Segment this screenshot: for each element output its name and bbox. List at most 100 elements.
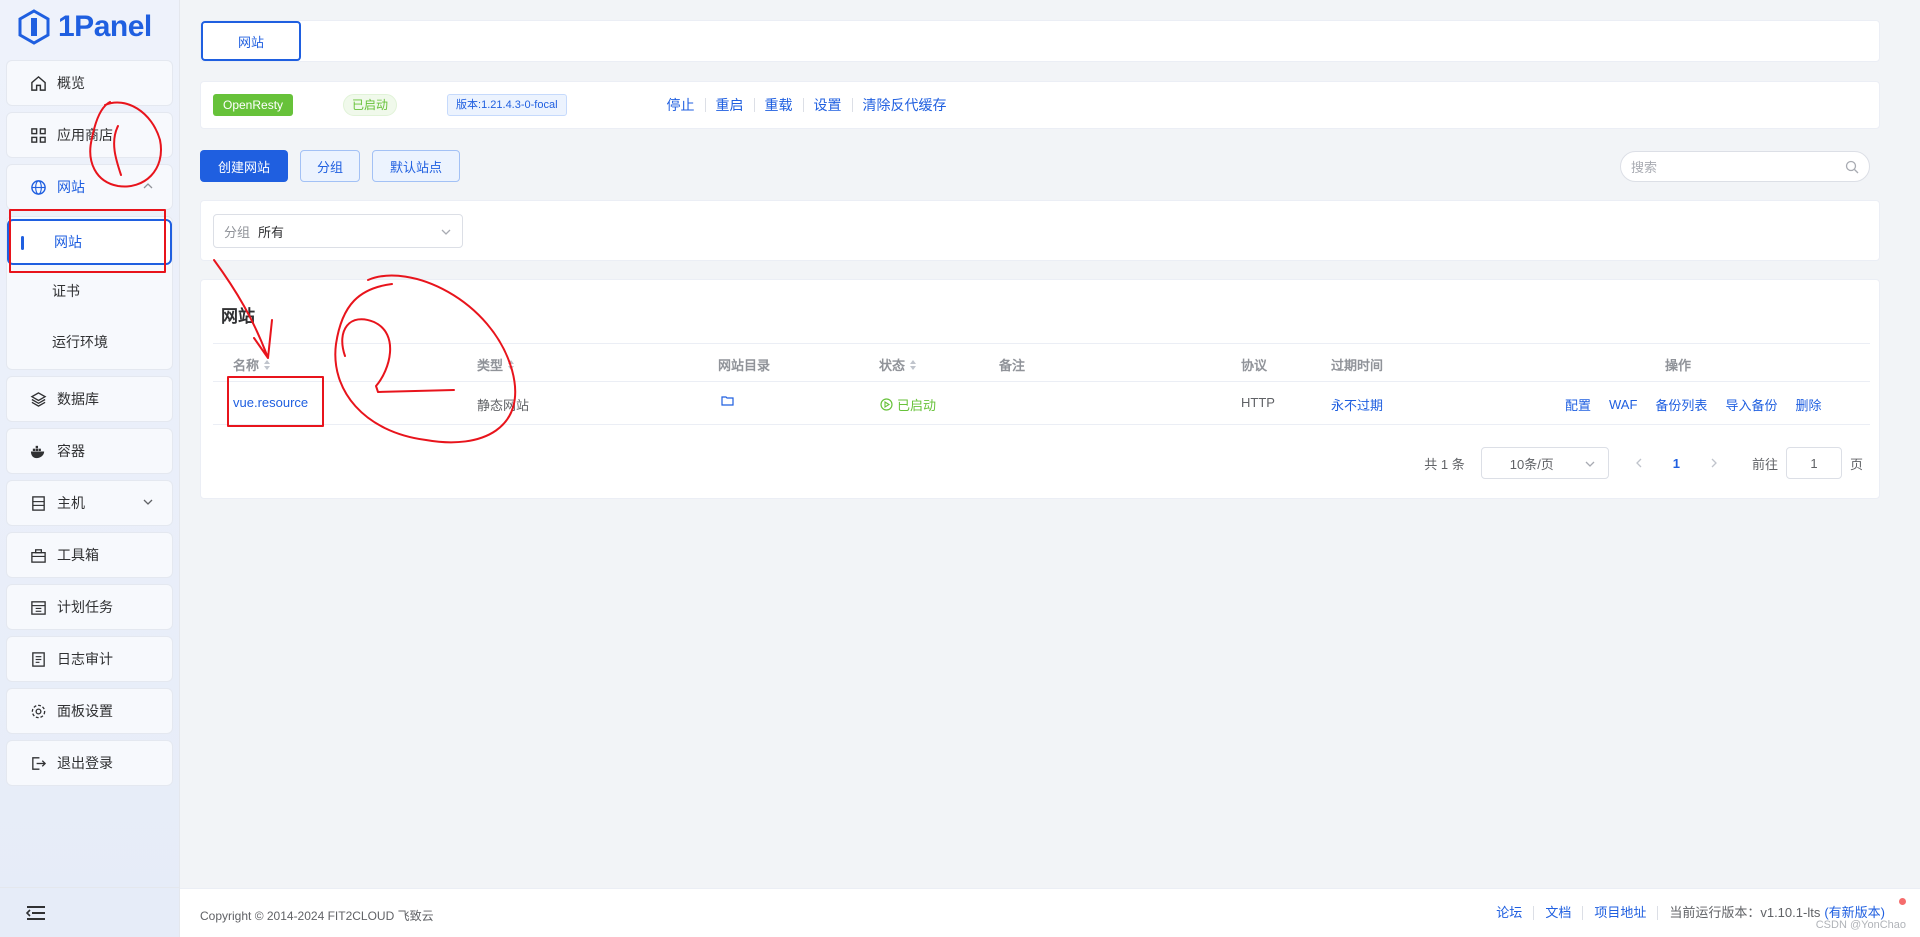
chevron-up-icon xyxy=(143,183,153,189)
collapse-menu-button[interactable] xyxy=(0,887,180,937)
column-name[interactable]: 名称 xyxy=(233,355,271,374)
toolbar: 创建网站 分组 默认站点 搜索 xyxy=(200,150,1880,183)
clear-proxy-cache-button[interactable]: 清除反代缓存 xyxy=(851,98,957,112)
website-submenu: 网站 证书 运行环境 xyxy=(6,216,173,370)
column-label: 名称 xyxy=(233,358,260,373)
restart-button[interactable]: 重启 xyxy=(704,98,754,112)
website-name-link[interactable]: vue.resource xyxy=(233,395,308,410)
submenu-item-certificate[interactable]: 证书 xyxy=(7,265,172,316)
chevron-down-icon xyxy=(143,499,153,505)
group-button[interactable]: 分组 xyxy=(300,150,360,182)
version-tag: 版本:1.21.4.3-0-focal xyxy=(447,94,567,116)
column-label: 网站目录 xyxy=(718,358,771,373)
submenu-item-website[interactable]: 网站 xyxy=(7,219,172,265)
website-table-card: 网站 名称 类型 网站目录 状态 备注 协议 过期时间 操作 vue.resou… xyxy=(200,279,1880,499)
page-size-select[interactable]: 10条/页 xyxy=(1480,447,1609,479)
submenu-item-runtime[interactable]: 运行环境 xyxy=(7,316,172,367)
forum-link[interactable]: 论坛 xyxy=(1485,906,1533,920)
sort-icon xyxy=(910,359,917,370)
submenu-label: 证书 xyxy=(52,282,80,299)
layers-icon xyxy=(29,390,47,408)
sidebar-item-label: 计划任务 xyxy=(57,599,113,615)
column-actions: 操作 xyxy=(1665,355,1691,374)
next-page-button[interactable] xyxy=(1706,455,1722,471)
table-title: 网站 xyxy=(221,307,255,326)
search-icon xyxy=(1845,160,1859,174)
sidebar-item-appstore[interactable]: 应用商店 xyxy=(6,112,173,158)
pagination: 共 1 条 10条/页 1 前往 1 页 xyxy=(1424,447,1863,479)
app-actions: 停止 重启 重载 设置 清除反代缓存 xyxy=(667,98,957,112)
submenu-label: 运行环境 xyxy=(52,333,108,350)
search-placeholder: 搜索 xyxy=(1631,160,1658,175)
sidebar-item-label: 主机 xyxy=(57,495,85,511)
tab-bar: 网站 xyxy=(200,20,1880,62)
sidebar-item-label: 数据库 xyxy=(57,391,99,407)
page-unit: 页 xyxy=(1849,456,1863,472)
logo[interactable]: 1Panel xyxy=(0,0,179,54)
play-circle-icon xyxy=(880,398,893,411)
sidebar-item-cron[interactable]: 计划任务 xyxy=(6,584,173,630)
log-icon xyxy=(29,650,47,668)
table-header: 名称 类型 网站目录 状态 备注 协议 过期时间 操作 xyxy=(213,343,1870,382)
column-label: 操作 xyxy=(1665,358,1692,373)
sidebar-item-logout[interactable]: 退出登录 xyxy=(6,740,173,786)
column-directory: 网站目录 xyxy=(718,355,770,374)
prev-page-button[interactable] xyxy=(1631,455,1647,471)
new-version-link[interactable]: (有新版本) xyxy=(1820,906,1896,920)
search-input[interactable]: 搜索 xyxy=(1620,151,1870,182)
sort-icon xyxy=(264,359,271,370)
gear-icon xyxy=(29,702,47,720)
sidebar-item-logs[interactable]: 日志审计 xyxy=(6,636,173,682)
page-number[interactable]: 1 xyxy=(1673,456,1680,471)
sidebar-item-database[interactable]: 数据库 xyxy=(6,376,173,422)
sidebar-item-website[interactable]: 网站 xyxy=(6,164,173,210)
update-dot xyxy=(1899,898,1906,905)
tab-website[interactable]: 网站 xyxy=(201,21,301,61)
delete-button[interactable]: 删除 xyxy=(1795,395,1821,414)
website-expire[interactable]: 永不过期 xyxy=(1331,395,1383,414)
import-backup-button[interactable]: 导入备份 xyxy=(1725,395,1777,414)
chevron-down-icon xyxy=(1585,461,1595,467)
sidebar-item-overview[interactable]: 概览 xyxy=(6,60,173,106)
logo-icon xyxy=(18,9,50,45)
status-badge: 已启动 xyxy=(343,94,398,116)
submenu-label: 网站 xyxy=(54,234,82,250)
main-content: 网站 OpenResty 已启动 版本:1.21.4.3-0-focal 停止 … xyxy=(180,0,1920,937)
logout-icon xyxy=(29,754,47,772)
sidebar-menu: 概览 应用商店 网站 网站 证书 运行环境 数据库 容器 主机 工具箱 计划任务… xyxy=(0,54,179,786)
waf-button[interactable]: WAF xyxy=(1609,397,1637,412)
logo-text: 1Panel xyxy=(58,10,152,43)
backup-list-button[interactable]: 备份列表 xyxy=(1655,395,1707,414)
default-site-button[interactable]: 默认站点 xyxy=(372,150,460,182)
website-status[interactable]: 已启动 xyxy=(880,395,936,414)
app-status-bar: OpenResty 已启动 版本:1.21.4.3-0-focal 停止 重启 … xyxy=(200,81,1880,129)
project-link[interactable]: 项目地址 xyxy=(1582,906,1657,920)
chevron-down-icon xyxy=(441,229,451,235)
create-website-button[interactable]: 创建网站 xyxy=(200,150,288,182)
docs-link[interactable]: 文档 xyxy=(1533,906,1582,920)
goto-page-input[interactable]: 1 xyxy=(1785,447,1842,479)
folder-icon[interactable] xyxy=(721,395,734,406)
sidebar-item-host[interactable]: 主机 xyxy=(6,480,173,526)
settings-button[interactable]: 设置 xyxy=(802,98,852,112)
reload-button[interactable]: 重载 xyxy=(753,98,803,112)
filter-bar: 分组 所有 xyxy=(200,200,1880,261)
server-icon xyxy=(29,494,47,512)
config-button[interactable]: 配置 xyxy=(1565,395,1591,414)
sidebar-item-container[interactable]: 容器 xyxy=(6,428,173,474)
column-remark: 备注 xyxy=(999,355,1025,374)
sidebar-item-toolbox[interactable]: 工具箱 xyxy=(6,532,173,578)
column-type[interactable]: 类型 xyxy=(477,355,515,374)
sidebar-item-settings[interactable]: 面板设置 xyxy=(6,688,173,734)
sidebar: 1Panel 概览 应用商店 网站 网站 证书 运行环境 数据库 容器 主机 工… xyxy=(0,0,180,937)
website-status-label: 已启动 xyxy=(897,398,937,413)
group-select-prefix: 分组 xyxy=(224,224,251,240)
stop-button[interactable]: 停止 xyxy=(667,98,705,112)
column-protocol: 协议 xyxy=(1241,355,1267,374)
sidebar-item-label: 网站 xyxy=(57,179,85,195)
globe-icon xyxy=(29,178,47,196)
group-select[interactable]: 分组 所有 xyxy=(213,214,463,248)
column-label: 备注 xyxy=(999,358,1026,373)
column-label: 协议 xyxy=(1241,358,1268,373)
column-status[interactable]: 状态 xyxy=(879,355,917,374)
